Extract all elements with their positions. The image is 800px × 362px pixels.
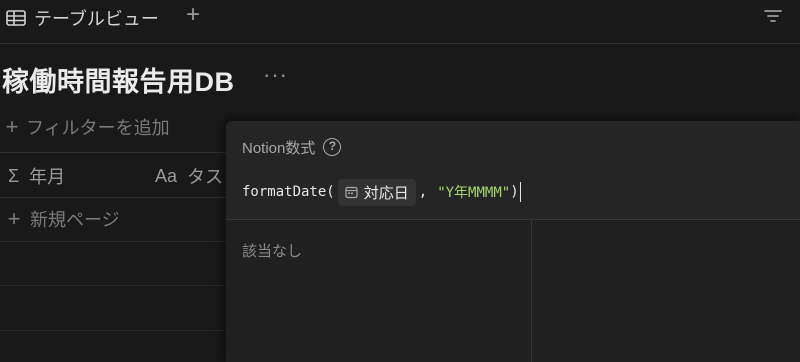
row-divider — [0, 285, 230, 286]
more-options-icon[interactable]: ··· — [263, 64, 288, 86]
calendar-icon — [345, 186, 358, 198]
tab-label: テーブルビュー — [34, 9, 159, 29]
formula-format-string: "Y年MMMM" — [437, 185, 511, 201]
formula-input[interactable]: formatDate ( 対応日 , "Y年MMMM" ) — [242, 177, 521, 207]
row-divider — [0, 241, 230, 242]
add-filter-button[interactable]: + フィルターを追加 — [4, 113, 170, 141]
help-icon[interactable]: ? — [323, 138, 342, 156]
formula-editor-popup: Notion数式 ? formatDate ( 対応日 , "Y年MMMM" )… — [226, 121, 800, 362]
popup-header: Notion数式 ? — [242, 135, 342, 159]
formula-function-name: formatDate — [242, 184, 327, 200]
formula-comma: , — [418, 184, 428, 200]
new-page-label: 新規ページ — [30, 210, 120, 230]
plus-icon: + — [7, 206, 21, 231]
popup-title: Notion数式 — [242, 139, 316, 157]
sort-filter-icon[interactable] — [762, 6, 784, 26]
page-title[interactable]: 稼働時間報告用DB — [2, 60, 235, 99]
formula-close-paren: ) — [510, 184, 519, 200]
suggestion-list: 該当なし — [226, 220, 532, 362]
table-icon — [6, 10, 26, 26]
column-header-task[interactable]: Aa タス — [155, 163, 223, 189]
tab-table-view[interactable]: テーブルビュー — [6, 3, 159, 33]
new-page-button[interactable]: + 新規ページ — [6, 205, 120, 233]
preview-pane — [532, 220, 800, 362]
column-label: 年月 — [29, 167, 66, 187]
text-property-icon: Aa — [155, 165, 178, 186]
view-tabbar: テーブルビュー + — [0, 0, 800, 44]
add-filter-label: フィルターを追加 — [26, 118, 170, 138]
plus-icon: + — [5, 114, 19, 139]
property-token-label: 対応日 — [363, 183, 409, 202]
add-view-button[interactable]: + — [180, 2, 206, 30]
text-caret — [519, 182, 521, 202]
formula-sigma-icon: Σ — [8, 165, 20, 186]
column-label: タス — [187, 167, 224, 187]
property-token[interactable]: 対応日 — [337, 178, 416, 206]
formula-open-paren: ( — [326, 184, 335, 200]
no-results-text: 該当なし — [242, 243, 303, 260]
column-header-year-month[interactable]: Σ 年月 — [8, 163, 65, 189]
row-divider — [0, 330, 230, 331]
